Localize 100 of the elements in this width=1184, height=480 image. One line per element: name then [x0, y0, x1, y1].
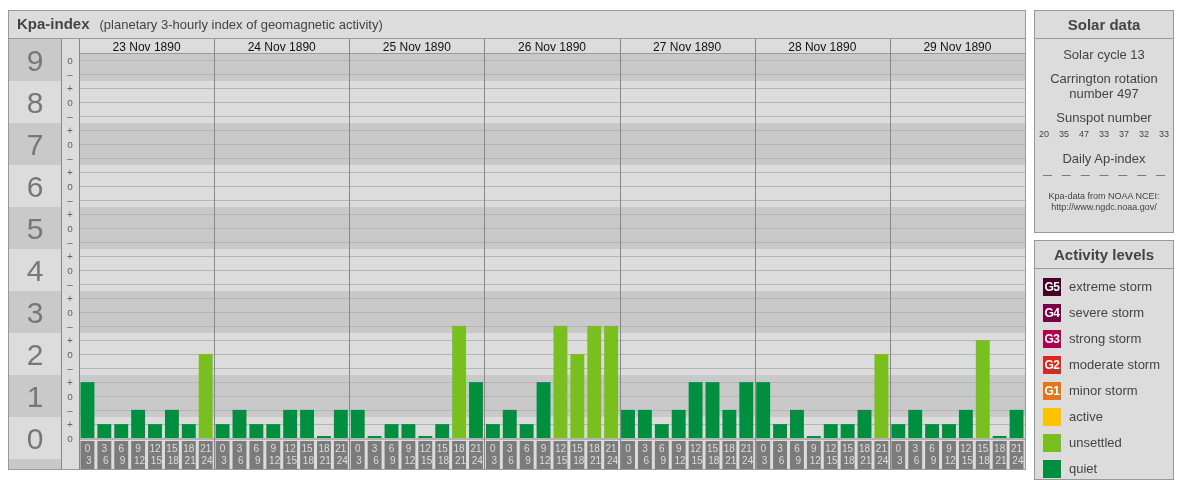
kp-bar [232, 409, 247, 438]
time-slot-label: 12 15 [418, 440, 433, 469]
scale-mark: – [67, 110, 73, 121]
kp-bar [925, 423, 940, 438]
time-slot-label: 0 3 [756, 440, 771, 469]
kp-bar [942, 423, 956, 438]
time-slot-label: 15 18 [435, 440, 450, 469]
carrington-text: Carrington rotation number 497 [1049, 71, 1159, 101]
scale-mark: – [67, 194, 73, 205]
sunspot-heading: Sunspot number [1056, 110, 1152, 125]
scale-mark: o [67, 264, 73, 275]
time-slot-label: 18 21 [722, 440, 737, 469]
scale-mark: o [67, 138, 73, 149]
kp-bar [654, 423, 669, 438]
time-slot-label: 3 6 [502, 440, 517, 469]
scale-mark: – [67, 320, 73, 331]
time-slot-label: 9 12 [671, 440, 686, 469]
time-slot-label: 12 15 [553, 440, 568, 469]
ap-index-value: — [1043, 168, 1052, 182]
time-slot-label: 3 6 [773, 440, 787, 469]
level-label: active [1069, 408, 1103, 426]
time-slot-label: 12 15 [958, 440, 973, 469]
kp-bar [806, 435, 821, 438]
scale-mark: – [67, 278, 73, 289]
axis-label: 7 [26, 127, 44, 160]
time-slot-label: 18 21 [587, 440, 602, 469]
scale-mark: – [67, 68, 73, 79]
scale-mark: + [67, 82, 73, 93]
scale-mark: – [67, 236, 73, 247]
ap-index-value: — [1118, 168, 1128, 182]
kp-bar [215, 423, 230, 438]
date-label: 29 Nov 1890 [923, 39, 992, 54]
scale-mark: o [67, 180, 73, 191]
date-label: 25 Nov 1890 [382, 39, 451, 54]
time-slot-label: 15 18 [570, 440, 585, 469]
scale-mark: + [67, 418, 73, 429]
axis-label: 0 [26, 421, 44, 454]
time-slot-label: 18 21 [181, 440, 196, 469]
kp-bar [519, 423, 534, 438]
time-slot-label: 0 3 [485, 440, 500, 469]
level-label: quiet [1069, 460, 1098, 478]
kp-bar [401, 423, 416, 438]
kp-bar [1009, 409, 1024, 438]
time-slot-label: 0 3 [215, 440, 230, 469]
time-slot-label: 6 9 [249, 440, 264, 469]
kp-bar [148, 423, 162, 438]
kp-bar [418, 435, 433, 438]
time-slot-label: 9 12 [131, 440, 146, 469]
scale-mark: o [67, 222, 73, 233]
scale-mark: o [67, 306, 73, 317]
sunspot-value: 33 [1098, 128, 1109, 141]
time-slot-label: 15 18 [164, 440, 179, 469]
kp-bar [384, 423, 399, 438]
level-label: severe storm [1069, 304, 1145, 322]
time-slot-label: 6 9 [790, 440, 804, 469]
time-slot-label: 3 6 [637, 440, 652, 469]
axis-label: 4 [26, 253, 44, 286]
ap-index-value: — [1080, 168, 1090, 182]
time-slot-label: 21 24 [604, 440, 619, 469]
panel-subtitle: (planetary 3-hourly index of geomagnetic activity) [99, 15, 383, 34]
kp-bar [181, 423, 196, 438]
time-slot-label: 12 15 [283, 440, 298, 469]
axis-label: 6 [26, 169, 44, 202]
axis-label: 2 [26, 337, 44, 370]
scale-mark: o [67, 390, 73, 401]
level-label: extreme storm [1069, 278, 1153, 296]
kp-bar [114, 423, 129, 438]
time-slot-label: 21 24 [874, 440, 889, 469]
time-slot-label: 6 9 [519, 440, 534, 469]
scale-mark: + [67, 376, 73, 387]
kp-bar [621, 409, 635, 438]
time-slot-label: 15 18 [975, 440, 990, 469]
level-swatch: G2 [1043, 355, 1061, 374]
time-slot-label: 9 12 [401, 440, 416, 469]
time-slot-label: 3 6 [232, 440, 247, 469]
kp-bar [80, 381, 95, 438]
scale-mark: + [67, 124, 73, 135]
scale-mark: o [67, 96, 73, 107]
level-swatch: G4 [1043, 303, 1061, 322]
scale-mark: o [67, 432, 73, 443]
axis-label: 8 [26, 85, 44, 118]
time-slot-label: 9 12 [266, 440, 281, 469]
kp-bar [469, 381, 483, 438]
scale-mark: – [67, 362, 73, 373]
kp-bar [350, 409, 365, 438]
time-slot-label: 12 15 [688, 440, 703, 469]
sunspot-value: 35 [1059, 128, 1069, 141]
sunspot-value: 33 [1158, 128, 1169, 141]
date-label: 24 Nov 1890 [247, 39, 316, 54]
date-label: 28 Nov 1890 [788, 39, 857, 54]
time-slot-label: 21 24 [198, 440, 213, 469]
date-label: 26 Nov 1890 [517, 39, 587, 54]
time-slot-label: 15 18 [300, 440, 314, 469]
kp-bar [908, 409, 923, 438]
kp-bar [164, 409, 179, 438]
kp-bar [688, 381, 703, 438]
level-swatch: G1 [1043, 381, 1061, 400]
sunspot-value: 37 [1118, 128, 1129, 141]
kp-bar [131, 409, 146, 438]
time-slot-label: 9 12 [942, 440, 956, 469]
